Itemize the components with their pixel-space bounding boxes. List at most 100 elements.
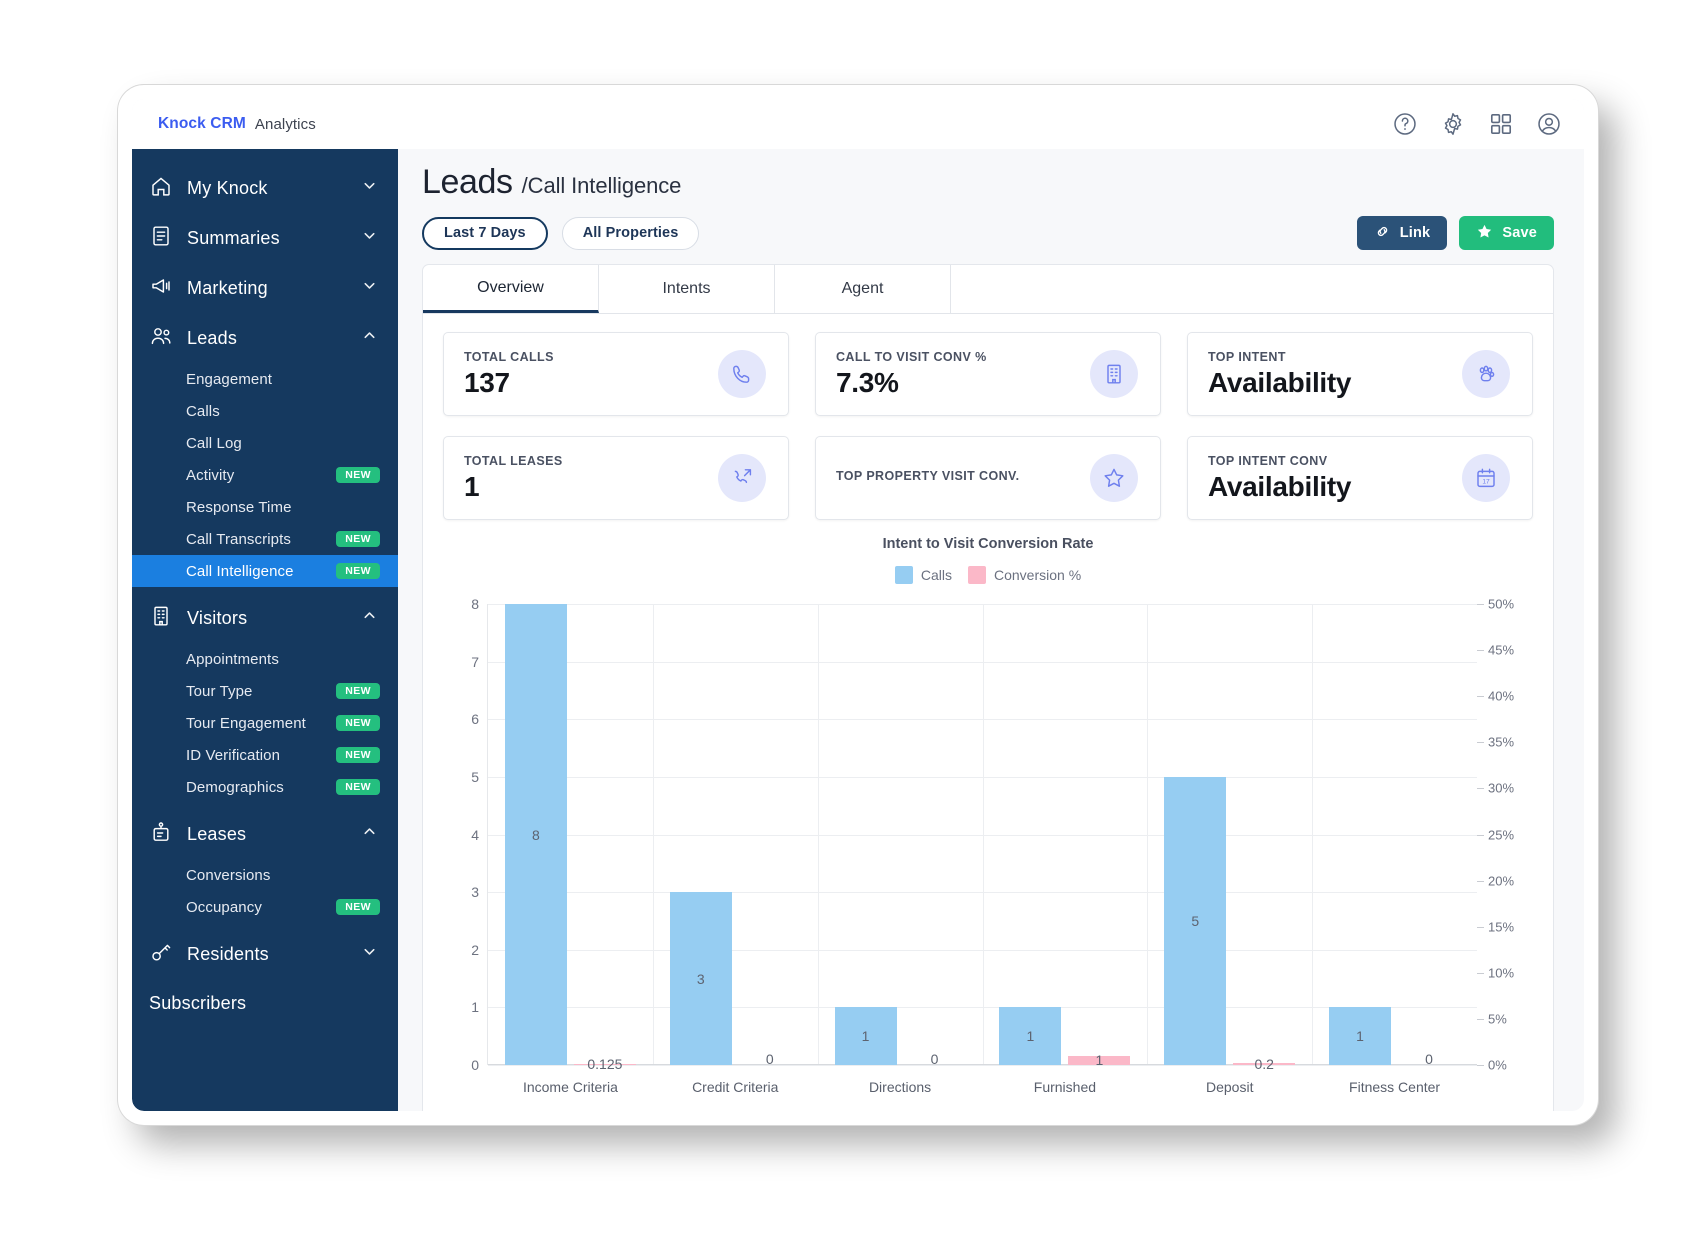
phone-icon xyxy=(718,350,766,398)
kpi-label: TOP INTENT CONV xyxy=(1208,454,1328,469)
sidebar-item-id-verification[interactable]: ID Verification NEW xyxy=(132,739,398,771)
sidebar-item-label: Appointments xyxy=(186,650,279,668)
kpi-value: 137 xyxy=(464,367,510,399)
legend-item-calls[interactable]: Calls xyxy=(894,566,952,584)
sidebar-group-residents[interactable]: Residents xyxy=(132,929,398,979)
link-button[interactable]: Link xyxy=(1356,216,1448,250)
breadcrumb: Leads /Call Intelligence xyxy=(422,163,1554,202)
sidebar-item-appointments[interactable]: Appointments xyxy=(132,643,398,675)
legend-item-conversion[interactable]: Conversion % xyxy=(967,566,1081,584)
sidebar-group-label: Summaries xyxy=(187,227,280,248)
filter-row: Last 7 Days All Properties Link Save xyxy=(422,216,1554,250)
tab-agent[interactable]: Agent xyxy=(775,265,951,313)
kpi-label: TOP PROPERTY VISIT CONV. xyxy=(836,468,1020,483)
y2-axis-tick-label: 30% xyxy=(1488,780,1515,796)
y2-axis-tick xyxy=(1477,1018,1484,1020)
sidebar-item-call-intelligence[interactable]: Call Intelligence NEW xyxy=(132,555,398,587)
sidebar-item-occupancy[interactable]: Occupancy NEW xyxy=(132,891,398,923)
tab-intents[interactable]: Intents xyxy=(599,265,775,313)
chart-grid: 0 1 2 3 4 5 6 7 8 0% 5% 10% 15% 20% 25% 30% 35% 40% 45% 50%… xyxy=(471,596,1514,1095)
y2-axis-tick xyxy=(1477,604,1484,605)
kpi-card-top-intent-conv[interactable]: TOP INTENT CONV Availability 17 xyxy=(1187,436,1533,520)
sidebar-item-call-transcripts[interactable]: Call Transcripts NEW xyxy=(132,523,398,555)
sidebar-item-subscribers[interactable]: Subscribers xyxy=(132,979,398,1027)
sidebar-item-conversions[interactable]: Conversions xyxy=(132,859,398,891)
svg-text:17: 17 xyxy=(1482,479,1490,486)
date-range-filter[interactable]: Last 7 Days xyxy=(422,216,548,250)
sidebar-item-activity[interactable]: Activity NEW xyxy=(132,459,398,491)
sidebar-item-response-time[interactable]: Response Time xyxy=(132,491,398,523)
y2-axis-tick-label: 20% xyxy=(1488,873,1515,889)
sidebar-item-label: Call Transcripts xyxy=(186,530,291,548)
gridline-horizontal xyxy=(488,1065,1477,1066)
chevron-up-icon[interactable] xyxy=(361,607,378,629)
gear-icon[interactable] xyxy=(1440,111,1466,137)
save-button[interactable]: Save xyxy=(1459,216,1554,250)
chart-container: Intent to Visit Conversion Rate Calls Con… xyxy=(423,520,1553,1111)
bar-pair: 30 xyxy=(653,604,818,1067)
sidebar-item-calls[interactable]: Calls xyxy=(132,395,398,427)
sidebar-item-tour-type[interactable]: Tour Type NEW xyxy=(132,675,398,707)
grid-icon[interactable] xyxy=(1488,111,1514,137)
y-axis-tick-label: 7 xyxy=(471,653,479,670)
brand-logo[interactable]: Knock CRM xyxy=(158,115,246,133)
lease-icon xyxy=(149,820,187,849)
y-axis-tick-label: 1 xyxy=(471,999,479,1016)
sidebar-group-label: Leases xyxy=(187,823,247,844)
bar-calls-furnished[interactable]: 1 xyxy=(999,1007,1062,1065)
bar-calls-income-criteria[interactable]: 8 xyxy=(504,604,567,1065)
kpi-value: 7.3% xyxy=(836,367,899,399)
sidebar-group-visitors[interactable]: Visitors xyxy=(132,593,398,643)
bar-calls-fitness-center[interactable]: 1 xyxy=(1329,1007,1392,1065)
sidebar-item-tour-engagement[interactable]: Tour Engagement NEW xyxy=(132,707,398,739)
bar-conversion-income-criteria[interactable]: 0.125 xyxy=(573,1056,636,1072)
y2-axis-tick xyxy=(1477,696,1484,698)
kpi-card-top-property-visit-conv[interactable]: TOP PROPERTY VISIT CONV. xyxy=(815,436,1161,520)
kpi-card-total-leases[interactable]: TOTAL LEASES 1 xyxy=(443,436,789,520)
chevron-up-icon[interactable] xyxy=(361,823,378,845)
screenshot-stage: Knock CRM Analytics My Knock Summaries M… xyxy=(0,0,1701,1246)
tab-label: Intents xyxy=(662,280,711,297)
account-icon[interactable] xyxy=(1536,111,1562,137)
sidebar-group-leads[interactable]: Leads xyxy=(132,313,398,363)
bar-calls-deposit[interactable]: 5 xyxy=(1164,776,1227,1065)
legend-label: Calls xyxy=(920,567,952,583)
tab-overview[interactable]: Overview xyxy=(423,265,599,313)
building-icon xyxy=(149,604,187,633)
y2-axis-tick-label: 10% xyxy=(1488,965,1515,981)
y2-axis-tick-label: 5% xyxy=(1488,1011,1507,1027)
chevron-down-icon[interactable] xyxy=(361,277,378,299)
topbar-icon-group xyxy=(1392,111,1562,137)
y-axis-tick-label: 6 xyxy=(471,711,479,728)
bar-calls-directions[interactable]: 1 xyxy=(834,1007,897,1065)
property-filter[interactable]: All Properties xyxy=(561,216,700,250)
sidebar-group-summaries[interactable]: Summaries xyxy=(132,213,398,263)
sidebar-item-call-log[interactable]: Call Log xyxy=(132,427,398,459)
kpi-card-call-to-visit-conv[interactable]: CALL TO VISIT CONV % 7.3% xyxy=(815,332,1161,416)
chevron-down-icon[interactable] xyxy=(361,177,378,199)
sidebar-group-marketing[interactable]: Marketing xyxy=(132,263,398,313)
kpi-card-total-calls[interactable]: TOTAL CALLS 137 xyxy=(443,332,789,416)
sidebar-item-label: Calls xyxy=(186,402,220,420)
bar-calls-credit-criteria[interactable]: 3 xyxy=(669,892,732,1065)
paw-icon xyxy=(1462,350,1510,398)
sidebar-item-demographics[interactable]: Demographics NEW xyxy=(132,771,398,803)
kpi-row: TOTAL LEASES 1 TOP PROPERTY VISIT CONV. TOP… xyxy=(443,436,1533,520)
kpi-card-top-intent[interactable]: TOP INTENT Availability xyxy=(1187,332,1533,416)
kpi-text: TOP INTENT CONV Availability xyxy=(1208,454,1462,501)
y2-axis-tick xyxy=(1477,788,1484,790)
calendar-icon: 17 xyxy=(1462,454,1510,502)
link-icon xyxy=(1374,223,1400,244)
sidebar-item-engagement[interactable]: Engagement xyxy=(132,363,398,395)
kpi-label: TOTAL CALLS xyxy=(464,350,554,365)
sidebar-group-leases[interactable]: Leases xyxy=(132,809,398,859)
bar-conversion-deposit[interactable]: 0.2 xyxy=(1233,1056,1296,1072)
help-icon[interactable] xyxy=(1392,111,1418,137)
new-badge: NEW xyxy=(336,562,380,580)
chevron-down-icon[interactable] xyxy=(361,227,378,249)
chevron-down-icon[interactable] xyxy=(361,943,378,965)
chevron-up-icon[interactable] xyxy=(361,327,378,349)
sidebar-group-my-knock[interactable]: My Knock xyxy=(132,163,398,213)
bar-conversion-furnished[interactable]: 1 xyxy=(1068,1052,1131,1068)
y2-axis-tick xyxy=(1477,1065,1484,1066)
